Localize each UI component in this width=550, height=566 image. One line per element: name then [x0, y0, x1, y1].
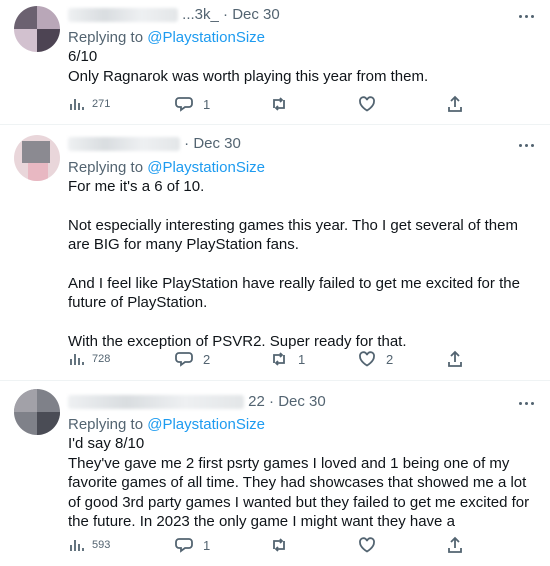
tweet[interactable]: 22 · Dec 30 Replying to @PlaystationSize…: [0, 381, 550, 566]
tweet-header: · Dec 30: [68, 135, 510, 155]
speech-bubble-icon: [175, 538, 193, 553]
bar-chart-icon: [70, 540, 84, 551]
tweet[interactable]: · Dec 30 Replying to @PlaystationSize Fo…: [0, 125, 550, 381]
action-bar: 728 2 1 2: [68, 349, 468, 369]
replying-to: Replying to @PlaystationSize: [68, 159, 265, 176]
retweet-button[interactable]: [270, 94, 298, 114]
author-name-redacted[interactable]: [68, 8, 178, 23]
tweet-paragraph: And I feel like PlayStation have really …: [68, 274, 520, 312]
tweet-header: 22 · Dec 30: [68, 393, 510, 413]
action-bar: 271 1: [68, 94, 468, 114]
tweet-date[interactable]: Dec 30: [232, 6, 280, 23]
reply-count: 2: [203, 351, 211, 367]
share-upload-icon: [448, 536, 462, 553]
more-icon[interactable]: [516, 135, 536, 155]
tweet-paragraph: 6/10: [68, 48, 98, 65]
share-upload-icon: [448, 350, 462, 367]
tweet-text: 6/10 Only Ragnarok was worth playing thi…: [68, 47, 536, 86]
like-button[interactable]: [358, 94, 386, 114]
heart-icon: [359, 96, 375, 112]
more-icon[interactable]: [516, 6, 536, 26]
tweet-paragraph: I'd say 8/10: [68, 435, 145, 452]
bar-chart-icon: [70, 99, 84, 110]
author-name-redacted[interactable]: [68, 395, 244, 410]
retweet-arrows-icon: [273, 538, 285, 552]
share-button[interactable]: [446, 94, 464, 114]
tweet-paragraph: Not especially interesting games this ye…: [68, 216, 518, 254]
speech-bubble-icon: [175, 352, 193, 367]
retweet-count: 1: [298, 351, 306, 367]
mention-link[interactable]: @PlaystationSize: [147, 416, 265, 433]
views-count: 593: [92, 539, 111, 551]
mention-link[interactable]: @PlaystationSize: [147, 159, 265, 176]
share-button[interactable]: [446, 349, 464, 369]
tweet-paragraph: For me it's a 6 of 10.: [68, 178, 205, 195]
views-count: 728: [92, 353, 111, 365]
reply-button[interactable]: 1: [175, 94, 210, 114]
tweet-paragraph: Only Ragnarok was worth playing this yea…: [68, 67, 429, 85]
tweet-paragraph: They've gave me 2 first psrty games I lo…: [68, 454, 530, 531]
reply-button[interactable]: 2: [175, 349, 210, 369]
reply-count: 1: [203, 96, 211, 112]
views-count: 271: [92, 98, 111, 110]
tweet-header: ...3k_ · Dec 30: [68, 6, 510, 26]
author-handle[interactable]: ...3k_: [182, 6, 219, 23]
like-count: 2: [386, 351, 394, 367]
retweet-arrows-icon: [273, 352, 285, 366]
share-upload-icon: [448, 95, 462, 112]
retweet-button[interactable]: [270, 535, 298, 555]
replying-to: Replying to @PlaystationSize: [68, 416, 265, 433]
tweet-text: I'd say 8/10 They've gave me 2 first psr…: [68, 434, 536, 532]
views-button[interactable]: 728: [68, 349, 110, 369]
like-button[interactable]: [358, 535, 386, 555]
avatar[interactable]: [14, 6, 60, 52]
avatar[interactable]: [14, 135, 60, 181]
retweet-button[interactable]: 1: [270, 349, 305, 369]
views-button[interactable]: 271: [68, 94, 110, 114]
tweet[interactable]: ...3k_ · Dec 30 Replying to @Playstation…: [0, 0, 550, 125]
reply-button[interactable]: 1: [175, 535, 210, 555]
replying-to: Replying to @PlaystationSize: [68, 29, 265, 46]
retweet-arrows-icon: [273, 97, 285, 111]
tweet-text: For me it's a 6 of 10. Not especially in…: [68, 177, 536, 351]
author-handle[interactable]: 22: [248, 393, 265, 410]
share-button[interactable]: [446, 535, 464, 555]
avatar[interactable]: [14, 389, 60, 435]
views-button[interactable]: 593: [68, 535, 110, 555]
like-button[interactable]: 2: [358, 349, 393, 369]
heart-icon: [359, 351, 375, 367]
author-name-redacted[interactable]: [68, 137, 180, 152]
tweet-date[interactable]: Dec 30: [278, 393, 326, 410]
heart-icon: [359, 537, 375, 553]
tweet-date[interactable]: Dec 30: [193, 135, 241, 152]
more-icon[interactable]: [516, 393, 536, 413]
reply-count: 1: [203, 537, 211, 553]
action-bar: 593 1: [68, 535, 468, 555]
mention-link[interactable]: @PlaystationSize: [147, 29, 265, 46]
speech-bubble-icon: [175, 97, 193, 112]
bar-chart-icon: [70, 354, 84, 365]
